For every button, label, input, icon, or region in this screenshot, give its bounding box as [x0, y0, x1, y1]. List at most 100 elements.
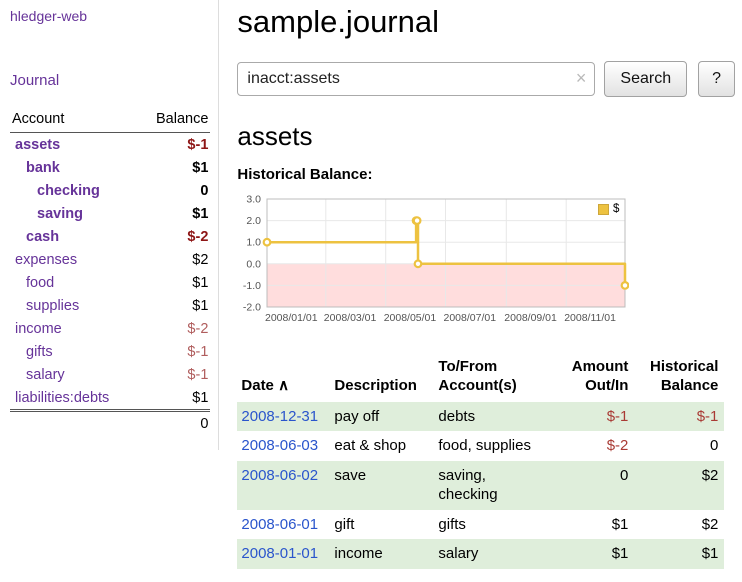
account-row: saving $1 [10, 202, 210, 225]
svg-text:-2.0: -2.0 [243, 302, 261, 314]
account-balance: $1 [139, 156, 211, 179]
legend-label: $ [613, 203, 619, 215]
account-row: expenses $2 [10, 248, 210, 271]
svg-text:2008/07/01: 2008/07/01 [444, 312, 497, 324]
svg-text:2008/03/01: 2008/03/01 [324, 312, 377, 324]
account-balance: $-2 [139, 225, 211, 248]
transaction-date-link[interactable]: 2008-06-01 [241, 516, 318, 533]
account-row: supplies $1 [10, 294, 210, 317]
account-link-salary[interactable]: salary [26, 367, 65, 383]
register-header-description: Description [334, 355, 438, 402]
search-box: × [237, 62, 595, 96]
svg-text:2.0: 2.0 [247, 215, 262, 227]
help-button[interactable]: ? [698, 61, 735, 97]
transaction-balance: $2 [634, 461, 724, 510]
account-link-supplies[interactable]: supplies [26, 298, 79, 314]
account-balance: $-1 [139, 133, 211, 157]
account-row: food $1 [10, 271, 210, 294]
page-title: sample.journal [237, 4, 735, 40]
account-row: income $-2 [10, 317, 210, 340]
accounts-table: Account Balance assets $-1 bank $1 checking 0… [10, 108, 210, 436]
register-header-amount: Amount Out/In [560, 355, 634, 402]
account-link-liabilities-debts[interactable]: liabilities:debts [15, 390, 109, 406]
account-link-gifts[interactable]: gifts [26, 344, 53, 360]
transaction-description: gift [334, 510, 438, 540]
search-button[interactable]: Search [604, 61, 687, 97]
chart-canvas: 3.02.01.00.0-1.0-2.02008/01/012008/03/01… [237, 195, 629, 335]
svg-text:2008/09/01: 2008/09/01 [505, 312, 558, 324]
transaction-accounts: debts [438, 402, 560, 432]
transaction-amount: $1 [560, 539, 634, 569]
account-balance: $-2 [139, 317, 211, 340]
register-row: 2008-01-01incomesalary$1$1 [237, 539, 724, 569]
account-link-saving[interactable]: saving [37, 206, 83, 222]
account-link-expenses[interactable]: expenses [15, 252, 77, 268]
account-link-bank[interactable]: bank [26, 160, 60, 176]
svg-text:1.0: 1.0 [247, 237, 262, 249]
account-link-income[interactable]: income [15, 321, 62, 337]
account-row: assets $-1 [10, 133, 210, 157]
transaction-amount: $-1 [560, 402, 634, 432]
account-balance: $2 [139, 248, 211, 271]
chart-heading: Historical Balance: [237, 166, 735, 183]
app-title-link[interactable]: hledger-web [10, 8, 87, 24]
transaction-description: save [334, 461, 438, 510]
transaction-description: income [334, 539, 438, 569]
account-link-cash[interactable]: cash [26, 229, 59, 245]
register-row: 2008-12-31pay offdebts$-1$-1 [237, 402, 724, 432]
historical-balance-chart: $ 3.02.01.00.0-1.0-2.02008/01/012008/03/… [237, 195, 629, 335]
clear-search-icon[interactable]: × [576, 68, 587, 89]
register-header-historical: Historical Balance [634, 355, 724, 402]
accounts-header-balance: Balance [139, 108, 211, 133]
register-header-to: To/From Account(s) [438, 355, 560, 402]
main-content: sample.journal × Search ? assets Histori… [219, 0, 742, 582]
account-balance: $-1 [139, 363, 211, 386]
transaction-date-link[interactable]: 2008-06-02 [241, 467, 318, 484]
transaction-date-link[interactable]: 2008-12-31 [241, 408, 318, 425]
legend-swatch-icon [598, 204, 609, 215]
account-row: gifts $-1 [10, 340, 210, 363]
transaction-accounts: food, supplies [438, 431, 560, 461]
account-link-checking[interactable]: checking [37, 183, 100, 199]
accounts-total: 0 [139, 411, 211, 436]
transaction-description: eat & shop [334, 431, 438, 461]
account-row: cash $-2 [10, 225, 210, 248]
account-link-assets[interactable]: assets [15, 137, 60, 153]
transaction-accounts: saving, checking [438, 461, 560, 510]
search-input[interactable] [237, 62, 595, 96]
transaction-date-link[interactable]: 2008-01-01 [241, 545, 318, 562]
accounts-header-row: Account Balance [10, 108, 210, 133]
sidebar-nav: Journal [10, 72, 210, 90]
sidebar: hledger-web Journal Account Balance asse… [0, 0, 219, 450]
journal-link[interactable]: Journal [10, 72, 59, 89]
sort-ascending-icon: ∧ [274, 377, 289, 394]
chart-legend: $ [596, 202, 621, 216]
transaction-accounts: gifts [438, 510, 560, 540]
register-header-date[interactable]: Date ∧ [237, 355, 334, 402]
register-table: Date ∧DescriptionTo/From Account(s)Amoun… [237, 355, 724, 569]
account-balance: 0 [139, 179, 211, 202]
transaction-amount: 0 [560, 461, 634, 510]
transaction-balance: $-1 [634, 402, 724, 432]
account-heading: assets [237, 121, 735, 152]
account-link-food[interactable]: food [26, 275, 54, 291]
account-balance: $1 [139, 294, 211, 317]
account-row: bank $1 [10, 156, 210, 179]
account-balance: $1 [139, 271, 211, 294]
svg-text:0.0: 0.0 [247, 258, 262, 270]
register-row: 2008-06-01giftgifts$1$2 [237, 510, 724, 540]
account-balance: $1 [139, 202, 211, 225]
account-row: checking 0 [10, 179, 210, 202]
account-balance: $1 [139, 386, 211, 411]
svg-text:-1.0: -1.0 [243, 280, 261, 292]
svg-text:2008/01/01: 2008/01/01 [265, 312, 318, 324]
transaction-balance: 0 [634, 431, 724, 461]
svg-text:2008/05/01: 2008/05/01 [384, 312, 437, 324]
transaction-balance: $1 [634, 539, 724, 569]
transaction-date-link[interactable]: 2008-06-03 [241, 437, 318, 454]
accounts-header-account: Account [10, 108, 139, 133]
account-balance: $-1 [139, 340, 211, 363]
account-row: salary $-1 [10, 363, 210, 386]
register-row: 2008-06-03eat & shopfood, supplies$-20 [237, 431, 724, 461]
register-header-row: Date ∧DescriptionTo/From Account(s)Amoun… [237, 355, 724, 402]
